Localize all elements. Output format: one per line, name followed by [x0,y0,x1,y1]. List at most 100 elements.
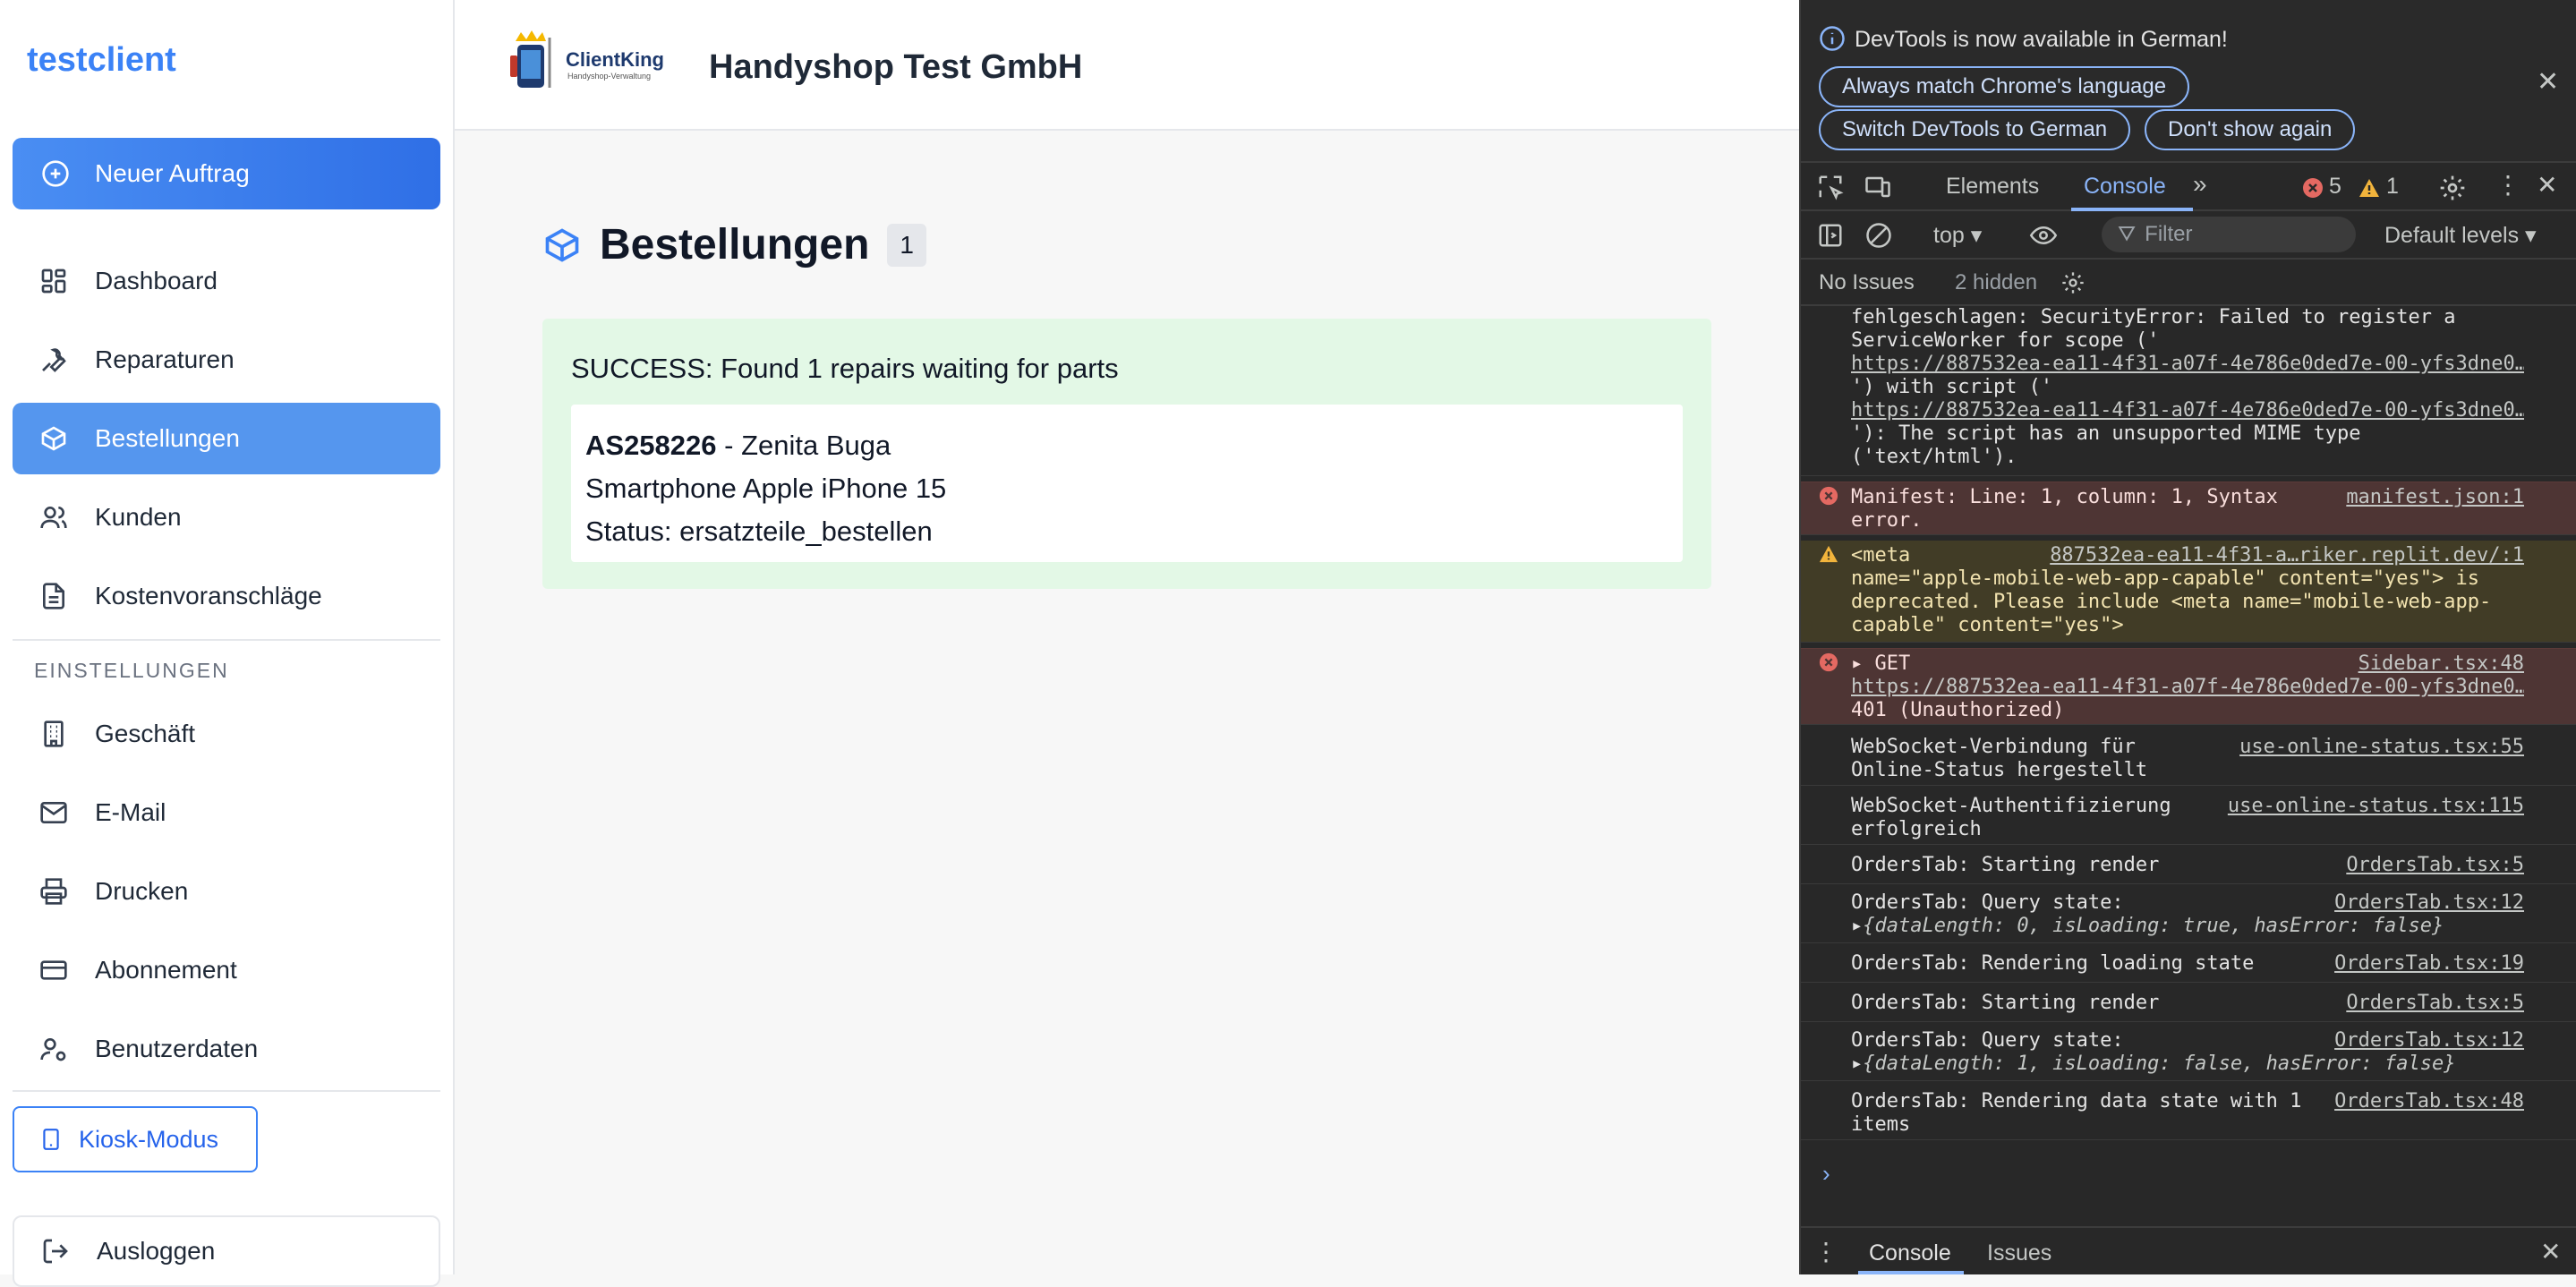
warning-count[interactable]: 1 [2386,174,2399,200]
top-header: ClientKing Handyshop-Verwaltung Handysho… [455,0,1799,131]
match-language-button[interactable]: Always match Chrome's language [1819,66,2190,107]
sidebar-toggle-icon[interactable] [1817,222,1844,249]
message-link[interactable]: https://887532ea-ea11-4f31-a07f-4e786e0d… [1851,676,2524,699]
sidebar-item-label: Geschäft [95,720,196,747]
brand-name[interactable]: testclient [27,41,176,80]
message-source-link[interactable]: OrdersTab.tsx:12 [2334,1029,2524,1053]
console-log[interactable]: OrdersTab.tsx:19 OrdersTab: Rendering lo… [1801,947,2576,983]
console-log[interactable]: OrdersTab.tsx:48 OrdersTab: Rendering da… [1801,1085,2576,1140]
repair-card[interactable]: AS258226 - Zenita Buga Smartphone Apple … [571,405,1683,562]
sidebar-item-label: Dashboard [95,267,218,294]
close-devtools-icon[interactable]: ✕ [2537,170,2557,200]
sidebar-item-print[interactable]: Drucken [13,856,440,927]
kiosk-mode-button[interactable]: Kiosk-Modus [13,1106,258,1172]
package-icon [41,426,66,451]
sidebar-item-label: Reparaturen [95,345,235,373]
sidebar-item-email[interactable]: E-Mail [13,777,440,848]
hidden-count[interactable]: 2 hidden [1955,270,2037,295]
message-link[interactable]: https://887532ea-ea11-4f31-a07f-4e786e0d… [1851,399,2524,422]
message-text: capable" content="yes"> [1851,614,2124,636]
repair-customer: - Zenita Buga [716,430,891,461]
expand-arrow-icon[interactable]: ▸ [1851,1053,1863,1075]
sidebar: testclient Neuer Auftrag Dashboard Repar… [0,0,455,1287]
message-source-link[interactable]: OrdersTab.tsx:12 [2334,891,2524,915]
message-source-link[interactable]: use-online-status.tsx:55 [2239,736,2524,759]
page-title: Bestellungen [600,221,870,268]
request-method: GET [1874,652,1911,675]
log-levels-value: Default levels [2384,223,2520,248]
message-source-link[interactable]: 887532ea-ea11-4f31-a…riker.replit.dev/:1 [2050,544,2524,567]
divider [13,639,440,641]
console-error[interactable]: Sidebar.tsx:48 ▸ GET https://887532ea-ea… [1801,648,2576,725]
message-source-link[interactable]: OrdersTab.tsx:48 [2334,1090,2524,1113]
message-source-link[interactable]: Sidebar.tsx:48 [2358,652,2524,676]
company-logo[interactable]: ClientKing Handyshop-Verwaltung [503,29,668,97]
console-log[interactable]: OrdersTab.tsx:5 OrdersTab: Starting rend… [1801,848,2576,884]
page-title-row: Bestellungen 1 [542,220,926,269]
drawer-tab-console[interactable]: Console [1869,1240,1951,1266]
sidebar-item-label: Kostenvoranschläge [95,582,322,609]
console-message[interactable]: fehlgeschlagen: SecurityError: Failed to… [1801,306,2576,476]
no-issues-label[interactable]: No Issues [1819,270,1915,295]
wrench-icon [42,348,66,372]
sidebar-item-customers[interactable]: Kunden [13,482,440,553]
clear-console-icon[interactable] [1865,222,1892,249]
inspect-icon[interactable] [1817,174,1844,200]
switch-german-button[interactable]: Switch DevTools to German [1819,109,2131,150]
console-messages: fehlgeschlagen: SecurityError: Failed to… [1801,306,2576,1226]
tab-console[interactable]: Console [2084,174,2166,200]
user-cog-icon [40,1038,66,1061]
new-order-button[interactable]: Neuer Auftrag [13,138,440,209]
close-icon[interactable]: ✕ [2537,66,2559,98]
sidebar-item-business[interactable]: Geschäft [13,698,440,770]
drawer-tabbar: ⋮ Console Issues ✕ [1801,1226,2576,1274]
close-drawer-icon[interactable]: ✕ [2540,1237,2561,1266]
console-warning[interactable]: 887532ea-ea11-4f31-a…riker.replit.dev/:1… [1801,541,2576,643]
drawer-menu-icon[interactable]: ⋮ [1813,1237,1838,1266]
eye-icon[interactable] [2028,222,2059,249]
expand-arrow-icon[interactable]: ▸ [1851,915,1863,937]
console-log[interactable]: use-online-status.tsx:115 WebSocket-Auth… [1801,789,2576,845]
console-log[interactable]: use-online-status.tsx:55 WebSocket-Verbi… [1801,730,2576,786]
settings-gear-icon[interactable] [2438,174,2467,202]
sidebar-item-dashboard[interactable]: Dashboard [13,245,440,317]
tab-elements[interactable]: Elements [1946,174,2039,200]
more-tabs-icon[interactable]: » [2193,170,2207,199]
message-source-link[interactable]: manifest.json:1 [2346,486,2524,509]
kiosk-mode-label: Kiosk-Modus [79,1125,219,1153]
expand-arrow-icon[interactable]: ▸ [1851,652,1863,675]
console-toolbar: top ▾ ⛛ Filter Default levels ▾ [1801,211,2576,260]
log-levels-select[interactable]: Default levels ▾ [2384,222,2537,249]
settings-section-label: EINSTELLUNGEN [34,659,229,682]
console-prompt[interactable]: › [1822,1160,1830,1188]
sidebar-item-subscription[interactable]: Abonnement [13,934,440,1006]
sidebar-item-estimates[interactable]: Kostenvoranschläge [13,560,440,632]
object-preview[interactable]: ▸{dataLength: 1, isLoading: false, hasEr… [1851,1053,2524,1076]
context-select[interactable]: top ▾ [1933,222,1982,249]
device-toggle-icon[interactable] [1864,174,1892,200]
message-source-link[interactable]: OrdersTab.tsx:5 [2346,854,2524,877]
message-link[interactable]: https://887532ea-ea11-4f31-a07f-4e786e0d… [1851,353,2524,376]
console-error[interactable]: manifest.json:1 Manifest: Line: 1, colum… [1801,482,2576,535]
sidebar-item-userdata[interactable]: Benutzerdaten [13,1013,440,1085]
logout-label: Ausloggen [97,1237,216,1265]
sidebar-item-label: Abonnement [95,956,237,984]
kebab-menu-icon[interactable]: ⋮ [2495,170,2521,200]
sidebar-item-orders[interactable]: Bestellungen [13,403,440,474]
settings-gear-icon[interactable] [2060,270,2086,295]
building-icon [44,720,64,747]
filter-input[interactable]: ⛛ Filter [2102,217,2356,252]
logout-button[interactable]: Ausloggen [13,1215,440,1287]
drawer-tab-issues[interactable]: Issues [1987,1240,2051,1266]
message-source-link[interactable]: use-online-status.tsx:115 [2228,795,2524,818]
console-log[interactable]: OrdersTab.tsx:12 OrdersTab: Query state:… [1801,888,2576,943]
sidebar-item-repairs[interactable]: Reparaturen [13,324,440,396]
console-log[interactable]: OrdersTab.tsx:5 OrdersTab: Starting rend… [1801,986,2576,1022]
object-preview[interactable]: ▸{dataLength: 0, isLoading: true, hasErr… [1851,915,2524,938]
message-text: error. [1851,509,1923,532]
message-source-link[interactable]: OrdersTab.tsx:19 [2334,952,2524,976]
message-source-link[interactable]: OrdersTab.tsx:5 [2346,992,2524,1015]
error-count[interactable]: 5 [2329,174,2341,200]
dont-show-again-button[interactable]: Don't show again [2145,109,2356,150]
console-log[interactable]: OrdersTab.tsx:12 OrdersTab: Query state:… [1801,1026,2576,1081]
